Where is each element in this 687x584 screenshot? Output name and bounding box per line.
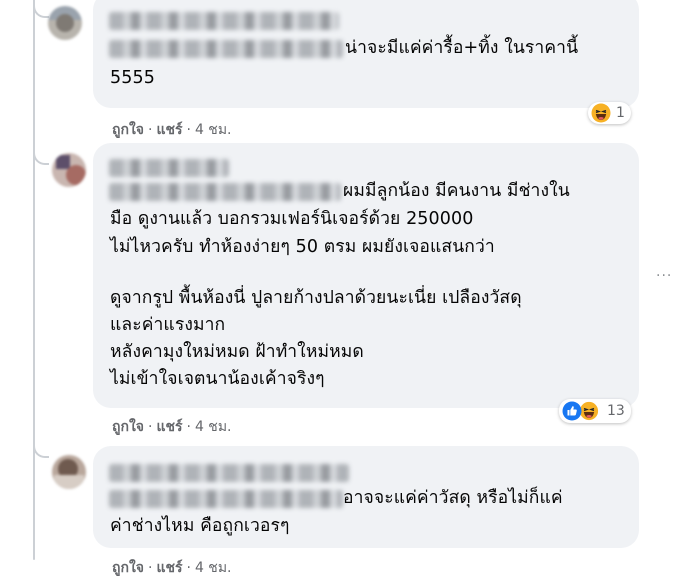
reaction-count: 1 [616,105,625,121]
reaction-summary[interactable]: 1 [588,102,631,124]
more-options-icon[interactable]: ··· [656,268,672,284]
reaction-count: 13 [607,403,625,419]
haha-icon [579,401,599,421]
comment-bubble: ผมมีลูกน้อง มีคนงาน มีช่างใน มือ ดูงานแล… [93,143,639,408]
separator: · [148,122,153,138]
haha-icon [591,103,611,123]
author-name-redacted[interactable] [109,12,339,30]
comment-text-line: ผมมีลูกน้อง มีคนงาน มีช่างใน [343,181,570,201]
share-button[interactable]: แชร์ [156,122,182,138]
like-button[interactable]: ถูกใจ [112,419,144,435]
thread-line [33,0,35,560]
comment-text-line: 5555 [110,68,155,88]
timestamp[interactable]: 4 ชม. [195,419,232,435]
avatar[interactable] [52,153,86,187]
like-button[interactable]: ถูกใจ [112,122,144,138]
comment-actions: ถูกใจ · แชร์ · 4 ชม. [112,119,232,141]
thread-branch [33,147,49,165]
comment-text-line: อาจจะแค่ค่าวัสดุ หรือไม่ก็แค่ [343,488,563,508]
text-redacted [109,490,343,508]
like-icon [562,401,582,421]
share-button[interactable]: แชร์ [156,419,182,435]
comment-actions: ถูกใจ · แชร์ · 4 ชม. [112,416,232,438]
reaction-summary[interactable]: 13 [559,399,631,423]
avatar[interactable] [52,455,86,489]
comment-text-line: มือ ดูงานแล้ว บอกรวมเฟอร์นิเจอร์ด้วย 250… [110,209,474,229]
comment-text-line: หลังคามุงใหม่หมด ฝ้าทำใหม่หมด [110,342,364,362]
avatar[interactable] [48,6,82,40]
comment-text-line: ดูจากรูป พื้นห้องนี่ ปูลายก้างปลาด้วยนะเ… [110,288,522,308]
timestamp[interactable]: 4 ชม. [195,560,232,576]
separator: · [186,560,191,576]
thread-branch [33,440,49,458]
separator: · [148,560,153,576]
comment-text-line: และค่าแรงมาก [110,315,226,335]
like-button[interactable]: ถูกใจ [112,560,144,576]
comment-text-line: น่าจะมีแค่ค่ารื้อ+ทิ้ง ในราคานี้ [345,38,579,58]
timestamp[interactable]: 4 ชม. [195,122,232,138]
comment-text-line: ไม่เข้าใจเจตนาน้องเค้าจริงๆ [110,369,325,389]
comment-bubble: น่าจะมีแค่ค่ารื้อ+ทิ้ง ในราคานี้ 5555 [93,0,639,108]
comment-text-line: ไม่ไหวครับ ทำห้องง่ายๆ 50 ตรม ผมยังเจอแส… [110,237,495,257]
comment-text-line: ค่าช่างไหม คือถูกเวอรๆ [110,516,290,536]
comment-actions: ถูกใจ · แชร์ · 4 ชม. [112,557,232,579]
thread-branch [33,0,49,18]
separator: · [186,122,191,138]
separator: · [186,419,191,435]
separator: · [148,419,153,435]
share-button[interactable]: แชร์ [156,560,182,576]
author-name-redacted[interactable] [109,464,349,482]
author-name-redacted[interactable] [109,159,229,177]
text-redacted [109,183,341,201]
text-redacted [109,40,343,58]
comment-bubble: อาจจะแค่ค่าวัสดุ หรือไม่ก็แค่ ค่าช่างไหม… [93,446,639,548]
